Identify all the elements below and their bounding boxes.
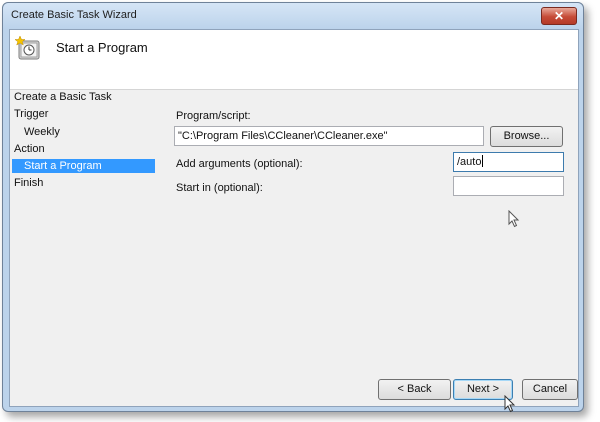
sidebar-item-action[interactable]: Action bbox=[14, 143, 45, 155]
wizard-body: Start a Program Create a Basic Task Trig… bbox=[9, 29, 579, 413]
add-arguments-label: Add arguments (optional): bbox=[176, 158, 303, 170]
task-scheduler-clock-icon bbox=[15, 35, 40, 60]
mouse-pointer-icon bbox=[504, 395, 516, 413]
browse-button[interactable]: Browse... bbox=[490, 126, 563, 147]
wizard-window: Create Basic Task Wizard ✕ Start a Progr… bbox=[2, 2, 584, 413]
sidebar-item-trigger[interactable]: Trigger bbox=[14, 108, 48, 120]
header-panel: Start a Program bbox=[10, 30, 578, 90]
sidebar-item-weekly[interactable]: Weekly bbox=[24, 126, 60, 138]
cancel-button[interactable]: Cancel bbox=[522, 379, 578, 400]
start-in-label: Start in (optional): bbox=[176, 182, 263, 194]
window-title: Create Basic Task Wizard bbox=[11, 9, 137, 21]
close-button[interactable]: ✕ bbox=[541, 7, 577, 25]
title-bar[interactable]: Create Basic Task Wizard ✕ bbox=[3, 3, 583, 29]
back-button[interactable]: < Back bbox=[378, 379, 451, 400]
program-script-input[interactable]: "C:\Program Files\CCleaner\CCleaner.exe" bbox=[174, 126, 484, 146]
add-arguments-value: /auto bbox=[457, 156, 482, 168]
sidebar-item-create-basic-task[interactable]: Create a Basic Task bbox=[14, 91, 112, 103]
sidebar-item-start-a-program[interactable]: Start a Program bbox=[12, 159, 155, 173]
start-in-input[interactable] bbox=[453, 176, 564, 196]
close-icon: ✕ bbox=[553, 9, 565, 23]
text-caret bbox=[482, 155, 484, 167]
program-script-label: Program/script: bbox=[176, 110, 251, 122]
add-arguments-input[interactable]: /auto bbox=[453, 152, 564, 172]
sidebar-item-finish[interactable]: Finish bbox=[14, 177, 43, 189]
mouse-pointer-icon bbox=[508, 210, 520, 228]
page-title: Start a Program bbox=[56, 40, 148, 55]
